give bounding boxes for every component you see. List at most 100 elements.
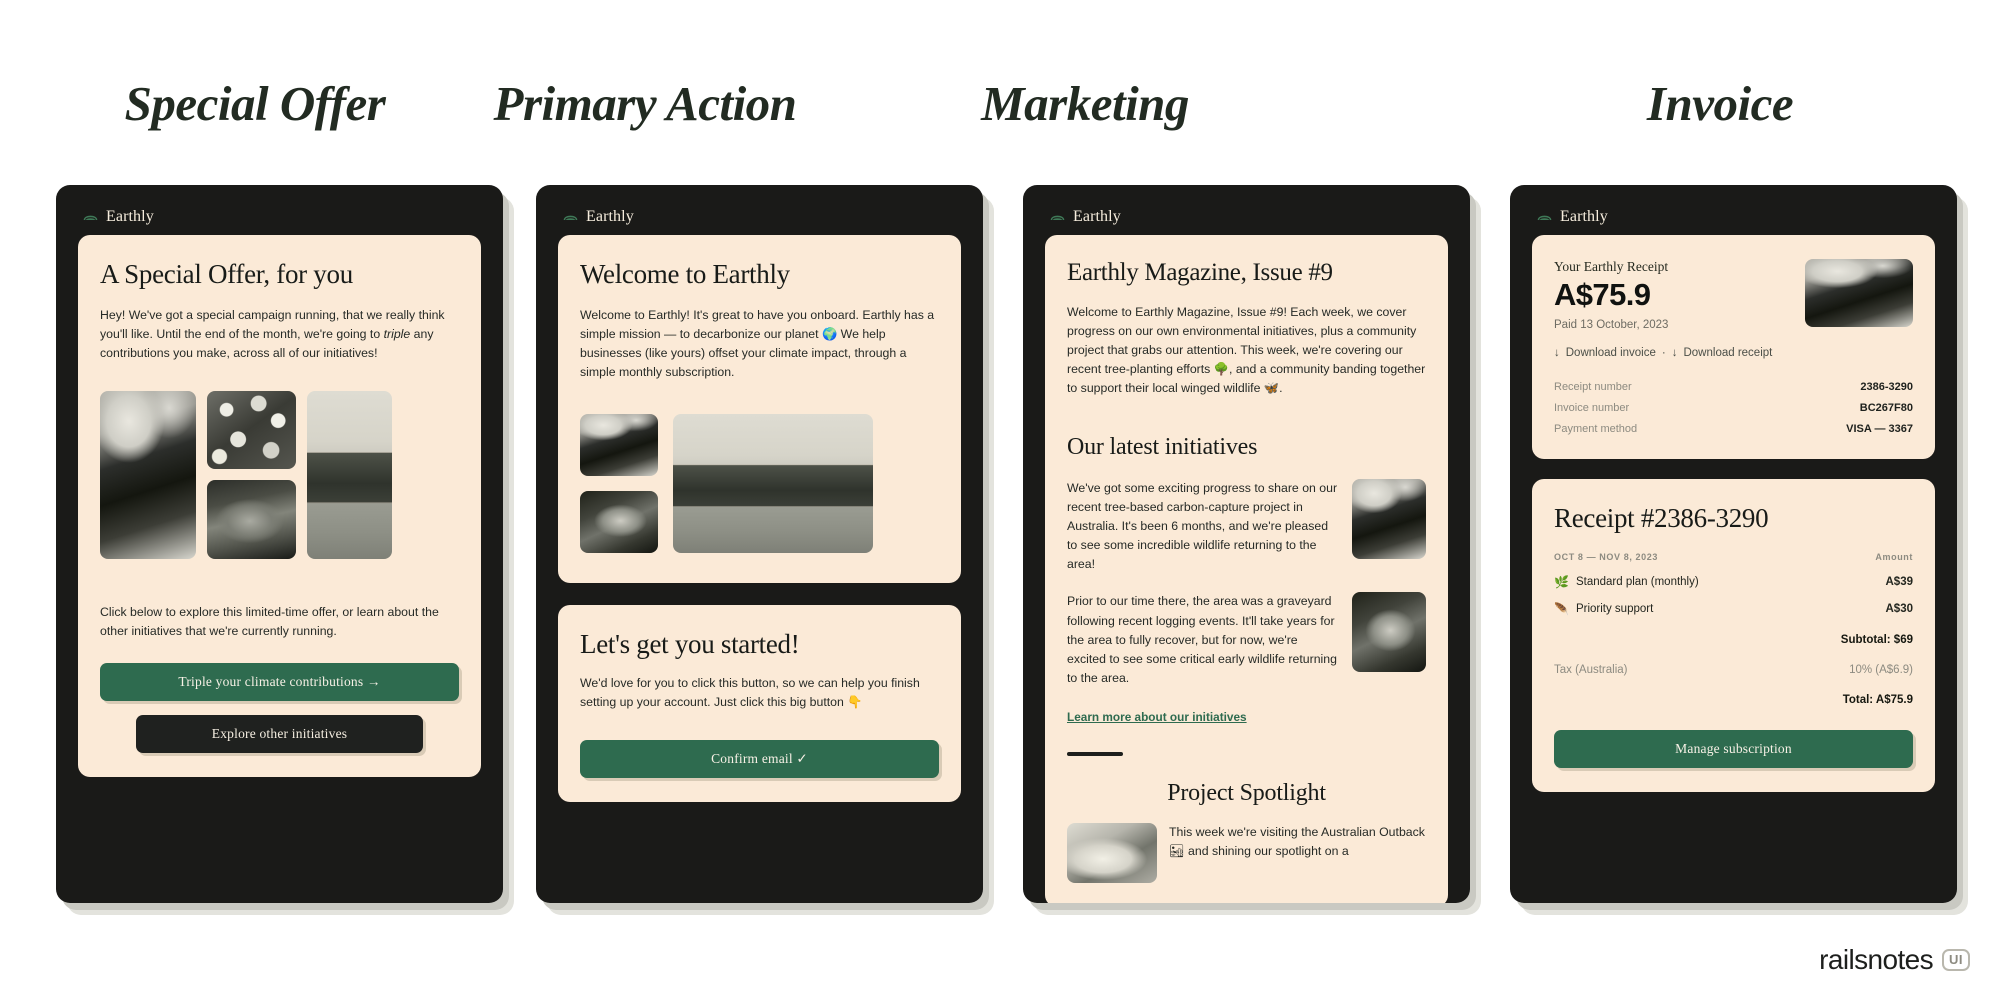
tax-label: Tax (Australia) bbox=[1554, 664, 1628, 676]
download-invoice-link[interactable]: Download invoice bbox=[1566, 347, 1656, 359]
receipt-heading: Receipt #2386-3290 bbox=[1554, 503, 1769, 533]
initiative-paragraph-1: We've got some exciting progress to shar… bbox=[1067, 481, 1338, 572]
meta-row: Receipt number 2386-3290 bbox=[1554, 381, 1913, 393]
cta-paragraph: Click below to explore this limited-time… bbox=[100, 605, 439, 639]
image-hills-photo bbox=[673, 414, 873, 554]
leaf-logo-icon bbox=[1537, 215, 1552, 220]
card-heading: Earthly Magazine, Issue #9 bbox=[1067, 259, 1333, 286]
line-item-amount: A$39 bbox=[1885, 576, 1914, 588]
period-label: OCT 8 — NOV 8, 2023 bbox=[1554, 552, 1658, 562]
welcome-paragraph: Welcome to Earthly! It's great to have y… bbox=[580, 308, 935, 380]
receipt-paid-date: Paid 13 October, 2023 bbox=[1554, 319, 1669, 331]
image-hills-photo bbox=[307, 391, 392, 560]
image-gallery bbox=[580, 414, 939, 554]
welcome-card: Welcome to Earthly Welcome to Earthly! I… bbox=[558, 235, 961, 584]
meta-key: Invoice number bbox=[1554, 402, 1630, 414]
receipt-line-item: 🌿 Standard plan (monthly) A$39 bbox=[1554, 575, 1913, 589]
feather-icon: 🪶 bbox=[1554, 602, 1569, 616]
leaf-logo-icon bbox=[1050, 215, 1065, 220]
get-started-card: Let's get you started! We'd love for you… bbox=[558, 605, 961, 803]
brand-name: Earthly bbox=[586, 208, 634, 225]
meta-value: 2386-3290 bbox=[1860, 381, 1913, 393]
herb-icon: 🌿 bbox=[1554, 575, 1569, 589]
image-bird-photo bbox=[1352, 479, 1426, 560]
meta-row: Invoice number BC267F80 bbox=[1554, 402, 1913, 414]
download-icon: ↓ bbox=[1554, 347, 1560, 359]
line-item-amount: A$30 bbox=[1885, 603, 1914, 615]
image-spider-photo bbox=[1352, 592, 1426, 673]
footer-wordmark: railsnotes UI bbox=[1819, 944, 1970, 976]
brand-name: Earthly bbox=[1073, 208, 1121, 225]
phone-special-offer: Earthly A Special Offer, for you Hey! We… bbox=[56, 185, 503, 903]
download-links: ↓ Download invoice · ↓ Download receipt bbox=[1554, 347, 1913, 359]
divider-rule bbox=[1067, 751, 1123, 756]
explore-initiatives-button[interactable]: Explore other initiatives bbox=[135, 715, 424, 754]
magazine-intro: Welcome to Earthly Magazine, Issue #9! E… bbox=[1067, 305, 1426, 396]
triple-contributions-button[interactable]: Triple your climate contributions → bbox=[100, 663, 459, 702]
meta-key: Receipt number bbox=[1554, 381, 1632, 393]
initiative-block-2: Prior to our time there, the area was a … bbox=[1067, 592, 1426, 687]
phone-invoice: Earthly Your Earthly Receipt A$75.9 Paid… bbox=[1510, 185, 1957, 903]
learn-more-link[interactable]: Learn more about our initiatives bbox=[1067, 710, 1247, 724]
intro-paragraph: Hey! We've got a special campaign runnin… bbox=[100, 306, 459, 363]
panel-title-primary-action: Primary Action bbox=[493, 76, 797, 131]
receipt-detail-card: Receipt #2386-3290 OCT 8 — NOV 8, 2023 A… bbox=[1532, 479, 1935, 792]
tax-value: 10% (A$6.9) bbox=[1849, 664, 1913, 676]
spotlight-block: This week we're visiting the Australian … bbox=[1067, 822, 1426, 883]
receipt-summary-text: Your Earthly Receipt A$75.9 Paid 13 Octo… bbox=[1554, 259, 1668, 331]
card-heading: A Special Offer, for you bbox=[100, 259, 353, 289]
tax-row: Tax (Australia) 10% (A$6.9) bbox=[1554, 664, 1913, 676]
receipt-label: Your Earthly Receipt bbox=[1554, 259, 1669, 274]
subtotal-row: Subtotal: $69 bbox=[1840, 634, 1913, 646]
image-bird-photo bbox=[100, 391, 196, 560]
meta-key: Payment method bbox=[1554, 423, 1638, 435]
line-item-label: Priority support bbox=[1575, 603, 1654, 615]
receipt-meta-list: Receipt number 2386-3290 Invoice number … bbox=[1554, 381, 1913, 435]
download-receipt-link[interactable]: Download receipt bbox=[1683, 347, 1772, 359]
link-separator: · bbox=[1661, 347, 1666, 359]
amount-label: Amount bbox=[1875, 552, 1913, 562]
meta-value: VISA — 3367 bbox=[1846, 423, 1913, 435]
brand-bar: Earthly bbox=[1510, 185, 1957, 231]
image-gallery bbox=[100, 391, 459, 571]
meta-value: BC267F80 bbox=[1859, 402, 1913, 414]
manage-subscription-button[interactable]: Manage subscription bbox=[1554, 730, 1913, 768]
leaf-logo-icon bbox=[83, 215, 98, 220]
magazine-card: Earthly Magazine, Issue #9 Welcome to Ea… bbox=[1045, 235, 1448, 903]
image-spider-photo bbox=[580, 491, 658, 554]
receipt-table-header: OCT 8 — NOV 8, 2023 Amount bbox=[1554, 552, 1913, 562]
section-heading-initiatives: Our latest initiatives bbox=[1067, 434, 1258, 461]
brand-name: Earthly bbox=[106, 208, 154, 225]
panel-title-special-offer: Special Offer bbox=[124, 76, 386, 131]
brand-bar: Earthly bbox=[56, 185, 503, 231]
total-row: Total: A$75.9 bbox=[1842, 694, 1913, 706]
paragraph-emphasis: triple bbox=[383, 327, 411, 342]
card-heading: Let's get you started! bbox=[580, 629, 800, 660]
panel-title-invoice: Invoice bbox=[1646, 76, 1794, 131]
card-heading: Welcome to Earthly bbox=[580, 259, 790, 289]
brand-bar: Earthly bbox=[1023, 185, 1470, 231]
special-offer-card: A Special Offer, for you Hey! We've got … bbox=[78, 235, 481, 778]
receipt-summary-card: Your Earthly Receipt A$75.9 Paid 13 Octo… bbox=[1532, 235, 1935, 459]
image-bird-photo bbox=[580, 414, 658, 477]
meta-row: Payment method VISA — 3367 bbox=[1554, 423, 1913, 435]
leaf-logo-icon bbox=[563, 215, 578, 220]
phone-marketing: Earthly Earthly Magazine, Issue #9 Welco… bbox=[1023, 185, 1470, 903]
phone-primary-action: Earthly Welcome to Earthly Welcome to Ea… bbox=[536, 185, 983, 903]
image-bird-photo bbox=[1805, 259, 1913, 327]
download-icon: ↓ bbox=[1671, 347, 1678, 359]
confirm-email-button[interactable]: Confirm email ✓ bbox=[580, 740, 939, 779]
image-outback-photo bbox=[1067, 822, 1157, 883]
brand-name: Earthly bbox=[1560, 208, 1608, 225]
railsnotes-wordmark: railsnotes bbox=[1819, 944, 1933, 975]
receipt-line-item: 🪶 Priority support A$30 bbox=[1554, 602, 1913, 616]
receipt-amount: A$75.9 bbox=[1554, 277, 1651, 312]
initiative-paragraph-2: Prior to our time there, the area was a … bbox=[1067, 594, 1337, 685]
image-rocks-photo bbox=[207, 391, 296, 470]
image-web-photo bbox=[207, 480, 296, 560]
panel-title-marketing: Marketing bbox=[981, 76, 1189, 131]
brand-bar: Earthly bbox=[536, 185, 983, 231]
page-root: Special Offer Primary Action Marketing I… bbox=[0, 0, 2000, 1000]
spotlight-paragraph: This week we're visiting the Australian … bbox=[1169, 824, 1425, 858]
section-heading-spotlight: Project Spotlight bbox=[1167, 779, 1326, 806]
